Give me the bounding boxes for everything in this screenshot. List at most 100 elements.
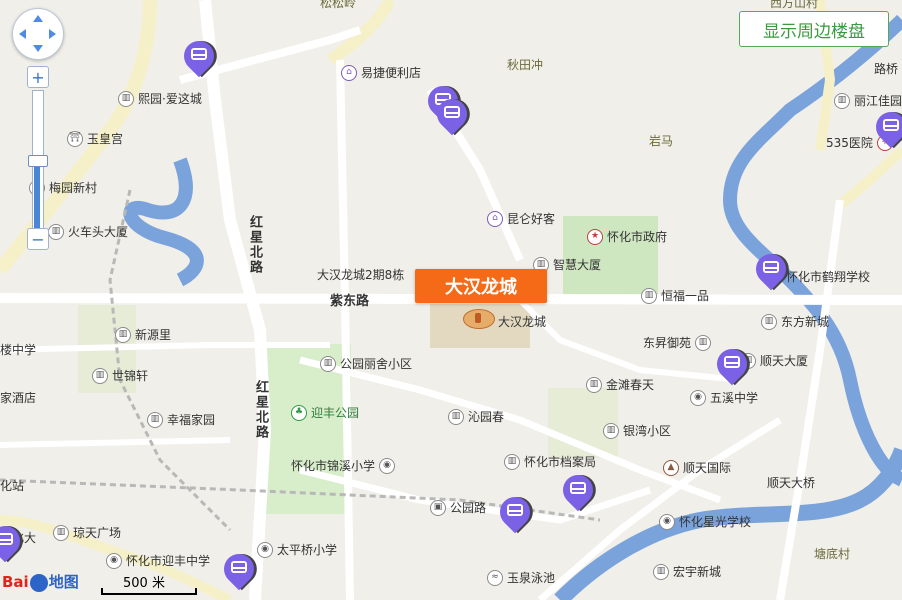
poi-xinyuanli[interactable]: ▥ 新源里 [115, 326, 171, 343]
building-icon: ▥ [320, 355, 336, 372]
poi-lijiang[interactable]: ▥ 丽江佳园 [834, 92, 902, 109]
poi-yuquan-pool[interactable]: ≈ 玉泉泳池 [487, 569, 555, 586]
bus-stop-marker[interactable] [710, 342, 754, 391]
place-top-right-cut: 西方山村 [770, 0, 819, 10]
baidu-paw-icon [29, 573, 48, 592]
poi-gongyuan-lishe[interactable]: ▥ 公园丽舍小区 [320, 355, 412, 372]
primary-road-east [836, 146, 902, 209]
bus-stop-icon: ▣ [430, 499, 446, 516]
poi-qinyuan[interactable]: ▥ 沁园春 [448, 408, 504, 425]
poi-xiyuan[interactable]: ▥ 熙园·爱这城 [118, 90, 202, 107]
building-icon: ▥ [586, 376, 602, 393]
zoom-out-button[interactable]: − [27, 228, 49, 250]
poi-edge-west-station[interactable]: 化站 [0, 477, 24, 494]
building-icon: ▥ [53, 524, 69, 541]
bus-stop-marker[interactable] [0, 519, 27, 568]
scale-bar [101, 588, 197, 595]
poi-xingguang-school[interactable]: ◉ 怀化星光学校 [659, 513, 751, 530]
school-icon: ◉ [379, 457, 396, 474]
poi-hexiang-school[interactable]: 怀化市鹤翔学校 [786, 268, 870, 285]
bus-stop-marker[interactable] [749, 247, 793, 296]
bus-icon [724, 356, 740, 368]
park-icon: ♣ [291, 404, 307, 421]
building-icon: ▥ [118, 90, 134, 107]
poi-archives[interactable]: ▥ 怀化市档案局 [504, 453, 596, 470]
poi-gongyuan-road[interactable]: ▣ 公园路 [430, 499, 486, 516]
building-icon: ▥ [603, 422, 619, 439]
bus-icon [763, 261, 779, 273]
poi-taipingqiao-school[interactable]: ◉ 太平桥小学 [257, 541, 337, 558]
poi-edge-west-school[interactable]: 楼中学 [0, 341, 36, 358]
bus-stop-marker[interactable] [177, 34, 221, 83]
river-east [722, 14, 902, 487]
government-icon: ★ [587, 228, 603, 245]
pan-control[interactable] [12, 8, 64, 60]
bus-icon [0, 533, 13, 545]
road-west-south [0, 437, 231, 448]
building-icon: ▥ [641, 287, 657, 304]
place-qiutianchong: 秋田冲 [507, 58, 544, 72]
school-icon: ◉ [106, 552, 122, 569]
show-nearby-properties-button[interactable]: 显示周边楼盘 [739, 11, 889, 47]
poi-dongfang[interactable]: ▥ 东方新城 [761, 313, 829, 330]
poi-luqiao[interactable]: 路桥 [874, 60, 898, 77]
poi-huochetou[interactable]: ▥ 火车头大厦 [48, 223, 128, 240]
poi-dahan-phase2[interactable]: 大汉龙城2期8栋 [317, 266, 404, 283]
zoom-in-button[interactable]: + [27, 66, 49, 88]
map-canvas[interactable]: 红星北路 红星北路 紫东路 秋田冲 岩马 塘底村 松松岭 西方山村 ⌂ 易捷便利店… [0, 0, 902, 600]
building-icon: ▥ [504, 453, 520, 470]
poi-yuhuanggong[interactable]: ⛩ 玉皇宫 [67, 130, 123, 147]
poi-shijinxuan[interactable]: ▥ 世锦轩 [92, 367, 148, 384]
main-property-pin-icon[interactable] [463, 309, 495, 329]
bus-stop-marker[interactable] [217, 547, 261, 596]
poi-hongyu[interactable]: ▥ 宏宇新城 [653, 563, 721, 580]
poi-dongsheng[interactable]: 东昇御苑 ▥ [643, 334, 712, 351]
poi-qiongtian[interactable]: ▥ 琼天广场 [53, 524, 121, 541]
poi-yingfeng-school[interactable]: ◉ 怀化市迎丰中学 [106, 552, 210, 569]
shop-icon: ⌂ [341, 64, 357, 81]
poi-hengfu[interactable]: ▥ 恒福一品 [641, 287, 709, 304]
bus-icon [191, 48, 207, 60]
building-icon: ▥ [147, 411, 163, 428]
poi-kunlun[interactable]: ⌂ 昆仑好客 [487, 210, 555, 227]
poi-dahan[interactable]: 大汉龙城 [498, 313, 546, 330]
building-icon: ▥ [834, 92, 850, 109]
poi-jinxi-school[interactable]: 怀化市锦溪小学 ◉ [291, 457, 396, 474]
building-icon: ▥ [92, 367, 108, 384]
main-property-label[interactable]: 大汉龙城 [415, 269, 547, 303]
school-icon: ◉ [659, 513, 675, 530]
bus-stop-marker[interactable] [430, 92, 474, 141]
poi-jintan[interactable]: ▥ 金滩春天 [586, 376, 654, 393]
pan-up-icon[interactable] [33, 15, 43, 22]
pan-down-icon[interactable] [33, 45, 43, 52]
poi-yingfeng-park[interactable]: ♣ 迎丰公园 [291, 404, 359, 421]
bus-icon [570, 482, 586, 494]
place-yanma: 岩马 [649, 134, 674, 148]
river-west [123, 157, 204, 287]
zoom-slider-handle[interactable] [28, 155, 48, 167]
poi-shuntian-bridge[interactable]: 顺天大桥 [767, 474, 815, 491]
school-icon: ◉ [690, 389, 706, 406]
poi-yinwan[interactable]: ▥ 银湾小区 [603, 422, 671, 439]
school-icon: ◉ [257, 541, 273, 558]
bus-icon [883, 119, 899, 131]
road-label-zidong: 紫东路 [330, 294, 370, 309]
poi-government[interactable]: ★ 怀化市政府 [587, 228, 667, 245]
building-icon: ▥ [653, 563, 669, 580]
poi-shuntian-intl[interactable]: ▲ 顺天国际 [663, 459, 731, 476]
poi-xingfu[interactable]: ▥ 幸福家园 [147, 411, 215, 428]
pan-right-icon[interactable] [49, 29, 56, 39]
shop-icon: ⌂ [487, 210, 503, 227]
building-icon: ▥ [448, 408, 464, 425]
bus-stop-marker[interactable] [869, 105, 902, 154]
bus-icon [507, 504, 523, 516]
pan-left-icon[interactable] [19, 29, 26, 39]
place-top-cut: 松松岭 [320, 0, 357, 10]
poi-edge-west-hotel[interactable]: 家酒店 [0, 389, 36, 406]
bus-icon [444, 106, 460, 118]
poi-wuxi-school[interactable]: ◉ 五溪中学 [690, 389, 758, 406]
poi-yijie-store[interactable]: ⌂ 易捷便利店 [341, 64, 421, 81]
bus-stop-marker[interactable] [493, 490, 537, 539]
baidu-map-logo: Bai 地图 [2, 573, 79, 592]
bus-stop-marker[interactable] [556, 468, 600, 517]
